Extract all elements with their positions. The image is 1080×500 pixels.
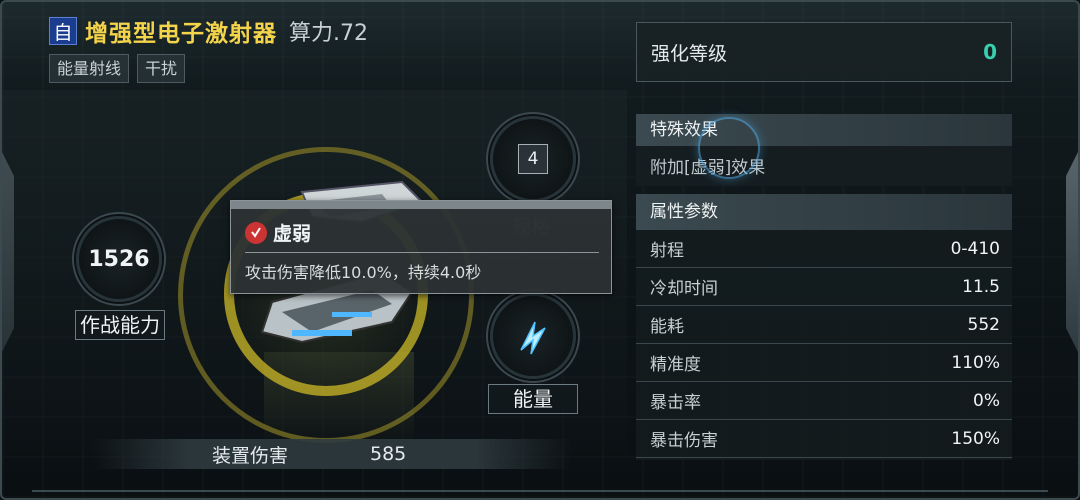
attribute-value: 110% xyxy=(951,352,1000,373)
equip-damage-bar: 装置伤害 585 xyxy=(92,439,572,469)
enhance-level-label: 强化等级 xyxy=(651,42,728,65)
highlight-glow xyxy=(698,117,760,179)
frame-edge-right xyxy=(1066,152,1078,352)
tag-energy-beam: 能量射线 xyxy=(49,54,130,83)
attribute-value: 0% xyxy=(973,390,1000,411)
attribute-row: 暴击率 0% xyxy=(636,382,1012,420)
attribute-row: 能耗 552 xyxy=(636,306,1012,344)
attribute-label: 精准度 xyxy=(650,355,701,375)
computing-power: 算力.72 xyxy=(289,21,368,46)
attribute-label: 射程 xyxy=(650,241,684,261)
weapon-name: 增强型电子激射器 xyxy=(85,21,277,47)
attribute-panel: 属性参数 射程 0-410 冷却时间 11.5 能耗 552 精准度 110% … xyxy=(636,194,1012,460)
attribute-row: 射程 0-410 xyxy=(636,230,1012,268)
slot-circle[interactable]: 4 xyxy=(490,116,576,202)
attribute-label: 冷却时间 xyxy=(650,279,718,299)
tooltip-title: 虚弱 xyxy=(273,223,312,245)
combat-power-circle: 1526 xyxy=(76,216,162,302)
tag-interference: 干扰 xyxy=(137,54,186,83)
attribute-row: 冷却时间 11.5 xyxy=(636,268,1012,306)
debuff-icon xyxy=(245,221,267,244)
tooltip-header: 虚弱 xyxy=(231,209,611,250)
tooltip-description: 攻击伤害降低10.0%，持续4.0秒 xyxy=(245,263,482,282)
tooltip-top-strip xyxy=(231,201,611,209)
attribute-value: 150% xyxy=(951,428,1000,449)
equip-damage-label: 装置伤害 xyxy=(212,444,289,467)
enhance-level-box[interactable]: 强化等级 0 xyxy=(636,22,1012,82)
weapon-header: 自 增强型电子激射器 算力.72 xyxy=(49,14,368,48)
energy-circle[interactable] xyxy=(490,293,576,379)
attribute-value: 11.5 xyxy=(962,276,1000,297)
auto-badge: 自 xyxy=(49,17,77,45)
debuff-tooltip: 虚弱 攻击伤害降低10.0%，持续4.0秒 xyxy=(230,200,612,294)
special-effect-text[interactable]: 附加[虚弱]效果 xyxy=(636,146,1012,185)
weapon-tags: 能量射线 干扰 xyxy=(49,54,186,83)
equip-damage-value: 585 xyxy=(370,443,407,465)
combat-power-value: 1526 xyxy=(88,246,150,272)
combat-power-label: 作战能力 xyxy=(75,310,165,340)
attribute-label: 暴击伤害 xyxy=(650,431,718,451)
attribute-label: 暴击率 xyxy=(650,393,701,413)
energy-label: 能量 xyxy=(488,384,578,414)
weapon-detail-panel: 自 增强型电子激射器 算力.72 能量射线 干扰 强化等级 0 1526 作战能… xyxy=(0,0,1080,500)
attribute-row: 暴击伤害 150% xyxy=(636,420,1012,458)
attribute-value: 552 xyxy=(967,314,1000,335)
attribute-row: 精准度 110% xyxy=(636,344,1012,382)
special-effect-panel: 特殊效果 附加[虚弱]效果 xyxy=(636,114,1012,186)
energy-icon xyxy=(520,321,546,355)
slot-value: 4 xyxy=(518,144,548,174)
attribute-header: 属性参数 xyxy=(636,194,1012,230)
enhance-level-value: 0 xyxy=(983,40,997,64)
attribute-value: 0-410 xyxy=(950,238,1000,259)
frame-bottom-line xyxy=(32,490,1048,492)
attribute-label: 能耗 xyxy=(650,317,684,337)
special-effect-header: 特殊效果 xyxy=(636,114,1012,146)
